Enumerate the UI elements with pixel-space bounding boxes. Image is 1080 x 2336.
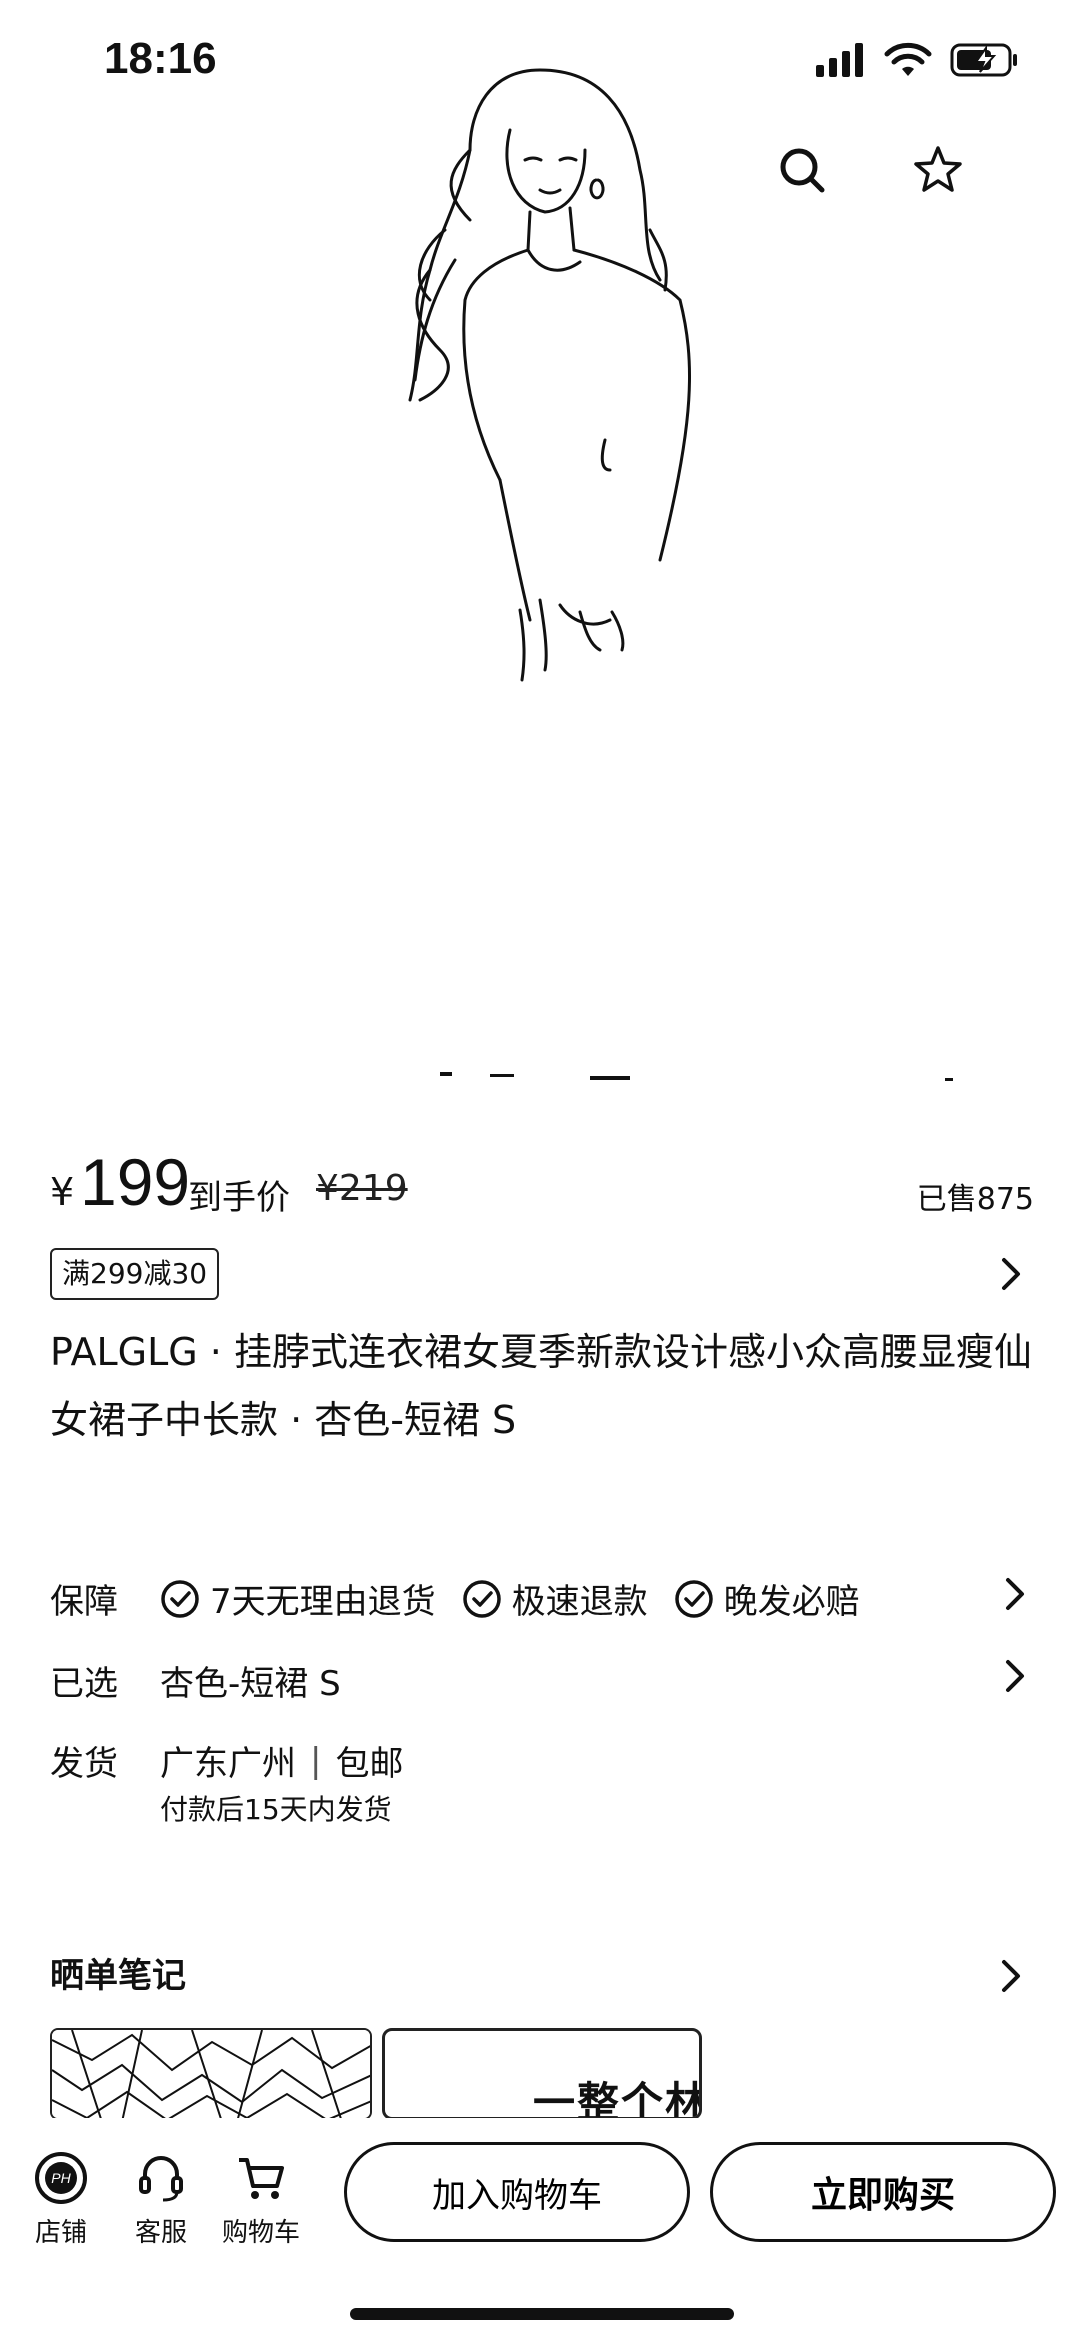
divider: | (310, 1740, 322, 1781)
svg-text:PH: PH (51, 2170, 71, 2186)
note-thumbnail[interactable]: 一整个林 (382, 2028, 702, 2120)
star-icon (914, 146, 962, 192)
bottom-action-bar: PH 店铺 客服 购物车 加入购物车 立即购买 (0, 2118, 1080, 2278)
buy-now-button[interactable]: 立即购买 (710, 2142, 1056, 2242)
ship-from: 广东广州 (160, 1744, 296, 1784)
postage: 包邮 (335, 1744, 404, 1784)
note-thumbnail[interactable] (50, 2028, 372, 2120)
guarantee-text: 极速退款 (511, 1582, 648, 1622)
shipping-row: 发货 广东广州 | 包邮 (50, 1728, 1034, 1785)
guarantee-item: 极速退款 (462, 1574, 648, 1623)
guarantee-label: 保障 (50, 1582, 118, 1622)
selected-variant: 杏色-短裙 S (160, 1664, 341, 1704)
cart-label: 购物车 (221, 2218, 300, 2248)
selected-row[interactable]: 已选 杏色-短裙 S (50, 1648, 1034, 1704)
status-bar: 18:16 (0, 0, 1080, 120)
check-circle-icon (674, 1579, 713, 1618)
price-row: ¥ 199 到手价 ¥219 已售875 (50, 1140, 1034, 1220)
battery-icon (950, 43, 1017, 77)
original-price: ¥219 (316, 1168, 408, 1209)
product-title: PALGLG · 挂脖式连衣裙女夏季新款设计感小众高腰显瘦仙女裙子中长款 · 杏… (50, 1330, 1032, 1442)
guarantee-text: 7天无理由退货 (210, 1582, 436, 1622)
guarantee-text: 晚发必赔 (723, 1582, 860, 1622)
guarantee-item: 晚发必赔 (674, 1574, 860, 1623)
service-nav[interactable]: 客服 (116, 2150, 206, 2249)
home-indicator[interactable] (350, 2308, 734, 2320)
search-icon (780, 148, 825, 193)
status-time: 18:16 (104, 34, 217, 83)
note-overlay-text: 一整个林 (532, 2078, 702, 2120)
price-value: 199 (80, 1145, 191, 1219)
check-circle-icon (462, 1579, 501, 1618)
headset-icon (139, 2156, 183, 2202)
cart-nav[interactable]: 购物车 (216, 2150, 306, 2249)
check-circle-icon (161, 1579, 199, 1618)
chevron-right-icon (1006, 1660, 1024, 1692)
price-currency: ¥ (50, 1170, 75, 1214)
note-image (52, 2030, 370, 2118)
chevron-right-icon[interactable] (990, 1954, 1030, 1998)
sold-count: 已售875 (916, 1182, 1034, 1217)
store-nav[interactable]: PH 店铺 (16, 2150, 106, 2249)
selected-label: 已选 (50, 1664, 118, 1704)
guarantee-item: 7天无理由退货 (160, 1574, 436, 1623)
shipping-note: 付款后15天内发货 (160, 1793, 392, 1826)
store-icon: PH (35, 2152, 87, 2204)
chevron-right-icon[interactable] (990, 1252, 1030, 1296)
wifi-icon (884, 42, 932, 76)
cart-icon (239, 2158, 284, 2199)
status-icons (816, 42, 1020, 78)
shipping-label: 发货 (50, 1744, 118, 1784)
shipping-info: 广东广州 | 包邮 (160, 1736, 403, 1785)
coupon-badge[interactable]: 满299减30 (50, 1248, 220, 1300)
favorite-button[interactable] (906, 138, 970, 202)
guarantee-row[interactable]: 保障 7天无理由退货 极速退款 晚发必赔 (50, 1566, 1034, 1622)
store-label: 店铺 (34, 2218, 87, 2248)
add-to-cart-button[interactable]: 加入购物车 (344, 2142, 690, 2242)
guarantee-items: 7天无理由退货 极速退款 晚发必赔 (160, 1574, 886, 1623)
search-button[interactable] (770, 138, 834, 202)
top-actions (770, 138, 970, 202)
price-label: 到手价 (188, 1178, 290, 1218)
service-label: 客服 (134, 2218, 187, 2248)
selected-value: 杏色-短裙 S (160, 1656, 341, 1705)
chevron-right-icon (1006, 1578, 1024, 1610)
notes-section-title: 晒单笔记 (50, 1956, 186, 1996)
signal-icon (816, 43, 863, 77)
